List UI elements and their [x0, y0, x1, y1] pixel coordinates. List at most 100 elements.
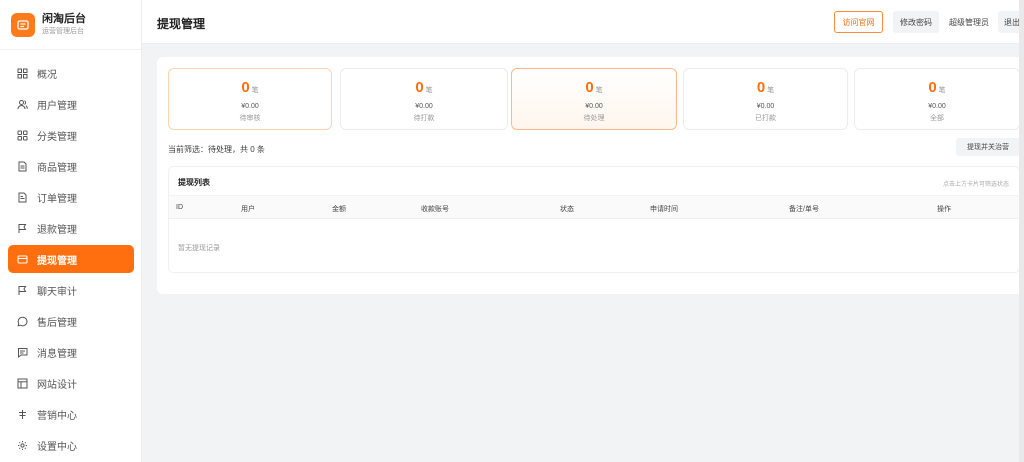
page-title: 提现管理: [157, 17, 206, 31]
sidebar-item-label: 订单管理: [37, 194, 77, 205]
stat-count-value: 0: [415, 79, 424, 96]
sidebar-item-5[interactable]: 退款管理: [0, 213, 142, 244]
change-password-button[interactable]: 修改密码: [893, 11, 939, 33]
sidebar-item-label: 用户管理: [37, 101, 77, 112]
sidebar-item-4[interactable]: 订单管理: [0, 182, 142, 213]
stat-unit: 笔: [425, 87, 433, 94]
sidebar-item-label: 消息管理: [37, 349, 77, 360]
stat-amount: ¥0.00: [585, 103, 603, 110]
card-icon: [17, 254, 28, 265]
sidebar-item-2[interactable]: 分类管理: [0, 120, 142, 151]
sidebar-item-10[interactable]: 网站设计: [0, 368, 142, 399]
scrollbar[interactable]: [1019, 0, 1024, 462]
withdrawal-panel: 0 笔 ¥0.00 待审核 0 笔 ¥0.00 待打款 0 笔 ¥0.00 待处理 0 笔 ¥0.00 已打款…: [157, 57, 1024, 294]
sidebar-item-9[interactable]: 消息管理: [0, 337, 142, 368]
withdrawal-list: 提现列表 点击上方卡片可筛选状态 ID 用户 金额 收款账号 状态 申请时间 备注/单号 操作…: [168, 166, 1020, 273]
empty-state: 暂无提现记录: [178, 245, 220, 252]
stat-count: 0笔: [684, 80, 847, 99]
column-header[interactable]: 申请时间: [650, 204, 678, 214]
stat-label: 已打款: [755, 115, 776, 122]
column-header[interactable]: 状态: [560, 204, 574, 214]
flag-icon: [17, 223, 28, 234]
sidebar-item-label: 营销中心: [37, 411, 77, 422]
stat-count: 0笔: [855, 80, 1019, 99]
stat-count-value: 0: [241, 79, 250, 96]
sidebar-item-label: 网站设计: [37, 380, 77, 391]
sidebar-nav: 概况用户管理分类管理商品管理订单管理退款管理提现管理聊天审计售后管理消息管理网站…: [0, 58, 142, 461]
stat-count: 0笔: [341, 80, 507, 99]
category-icon: [17, 130, 28, 141]
sidebar-item-label: 概况: [37, 70, 57, 81]
list-hint: 点击上方卡片可筛选状态: [942, 182, 1009, 188]
stat-card-4[interactable]: 0 笔 ¥0.00 全部: [854, 68, 1020, 130]
sidebar-item-6[interactable]: 提现管理: [8, 245, 134, 273]
sidebar-item-3[interactable]: 商品管理: [0, 151, 142, 182]
sidebar-item-0[interactable]: 概况: [0, 58, 142, 89]
sidebar-item-label: 商品管理: [37, 163, 77, 174]
sidebar-item-7[interactable]: 聊天审计: [0, 275, 142, 306]
table-header: ID 用户 金额 收款账号 状态 申请时间 备注/单号 操作: [169, 195, 1019, 219]
column-header[interactable]: 操作: [937, 204, 951, 214]
sidebar-item-label: 退款管理: [37, 225, 77, 236]
sidebar-item-label: 售后管理: [37, 318, 77, 329]
sidebar-item-label: 聊天审计: [37, 287, 77, 298]
brand-title: 闲淘后台: [42, 13, 86, 25]
stat-count-value: 0: [928, 79, 937, 96]
users-icon: [17, 99, 28, 110]
stat-count-value: 0: [756, 79, 766, 96]
document-icon: [17, 161, 28, 172]
top-bar: 提现管理 访问官网 修改密码 超级管理员 退出: [142, 0, 1024, 44]
stat-card-1[interactable]: 0 笔 ¥0.00 待打款: [340, 68, 508, 130]
sidebar: 闲淘后台 运营管理后台 概况用户管理分类管理商品管理订单管理退款管理提现管理聊天…: [0, 0, 142, 462]
stat-card-2[interactable]: 0 笔 ¥0.00 待处理: [511, 68, 677, 130]
stat-amount: ¥0.00: [756, 103, 775, 110]
stat-card-3[interactable]: 0 笔 ¥0.00 已打款: [683, 68, 848, 130]
stat-unit: 笔: [767, 87, 775, 94]
column-header[interactable]: 用户: [241, 204, 255, 214]
sidebar-item-12[interactable]: 设置中心: [0, 430, 142, 461]
stat-card-0[interactable]: 0 笔 ¥0.00 待审核: [168, 68, 332, 130]
stat-unit: 笔: [251, 87, 259, 94]
column-header[interactable]: ID: [176, 204, 183, 211]
user-role-label: 超级管理员: [949, 17, 989, 27]
chat-icon: [17, 316, 28, 327]
column-header[interactable]: 收款账号: [421, 204, 449, 214]
column-header[interactable]: 金额: [332, 204, 346, 214]
grid-icon: [17, 68, 28, 79]
sidebar-item-label: 设置中心: [37, 442, 77, 453]
order-icon: [17, 192, 28, 203]
stat-count: 0笔: [169, 80, 331, 99]
store-logo-icon: [11, 12, 35, 37]
stat-count-value: 0: [585, 79, 594, 96]
flag-icon: [17, 285, 28, 296]
stat-unit: 笔: [938, 87, 946, 94]
current-filter: 当前筛选：待处理，共 0 条: [168, 144, 265, 155]
stat-label: 待审核: [239, 115, 261, 122]
visit-website-button[interactable]: 访问官网: [834, 11, 883, 33]
brand[interactable]: 闲淘后台 运营管理后台: [0, 0, 141, 50]
brand-subtitle: 运营管理后台: [42, 28, 84, 35]
sidebar-item-label: 提现管理: [37, 255, 77, 267]
sidebar-item-11[interactable]: 营销中心: [0, 399, 142, 430]
stat-label: 全部: [930, 115, 944, 122]
stat-amount: ¥0.00: [415, 103, 433, 110]
stat-unit: 笔: [595, 87, 603, 94]
marketing-icon: [17, 409, 28, 420]
filter-value: 待处理: [208, 145, 232, 154]
filter-suffix: ，共 0 条: [232, 145, 265, 154]
stat-count: 0笔: [512, 80, 676, 99]
message-icon: [17, 347, 28, 358]
stat-amount: ¥0.00: [241, 103, 259, 110]
gear-icon: [17, 440, 28, 451]
stat-label: 待打款: [413, 115, 435, 122]
sidebar-item-8[interactable]: 售后管理: [0, 306, 142, 337]
layout-icon: [17, 378, 28, 389]
column-header[interactable]: 备注/单号: [789, 204, 819, 214]
stat-label: 待处理: [583, 115, 605, 122]
sidebar-item-1[interactable]: 用户管理: [0, 89, 142, 120]
sidebar-item-label: 分类管理: [37, 132, 77, 143]
stat-amount: ¥0.00: [928, 103, 946, 110]
export-button[interactable]: 提现并关治营: [956, 138, 1020, 156]
filter-prefix: 当前筛选：: [168, 145, 208, 154]
list-title: 提现列表: [178, 178, 210, 187]
